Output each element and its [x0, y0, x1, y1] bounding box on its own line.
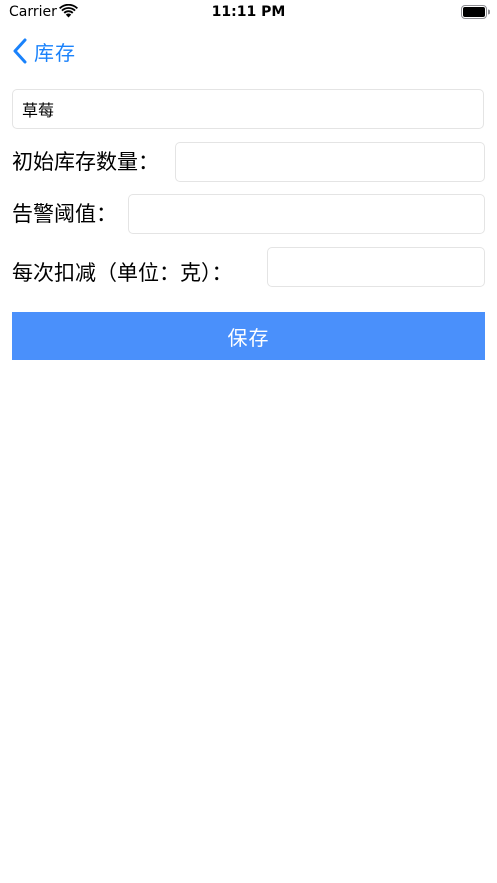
alert-threshold-label: 告警阈值：: [12, 202, 117, 226]
back-label: 库存: [34, 40, 76, 65]
initial-stock-input[interactable]: [175, 142, 485, 182]
status-time: 11:11 PM: [211, 4, 286, 20]
back-button[interactable]: 库存: [12, 36, 76, 66]
inventory-edit-screen: Carrier 11:11 PM 库存 初始库存数量： 告警阈值： 每次扣减（单…: [0, 0, 497, 883]
item-name-field[interactable]: [12, 89, 484, 129]
alert-threshold-input[interactable]: [128, 194, 485, 234]
save-button[interactable]: 保存: [12, 312, 485, 360]
deduct-per-time-input[interactable]: [267, 247, 485, 287]
chevron-left-icon: [13, 38, 27, 64]
deduct-per-time-label: 每次扣减（单位：克）：: [12, 261, 233, 285]
battery-icon: [461, 5, 490, 19]
status-bar: Carrier 11:11 PM: [0, 0, 497, 26]
initial-stock-label: 初始库存数量：: [12, 150, 159, 174]
